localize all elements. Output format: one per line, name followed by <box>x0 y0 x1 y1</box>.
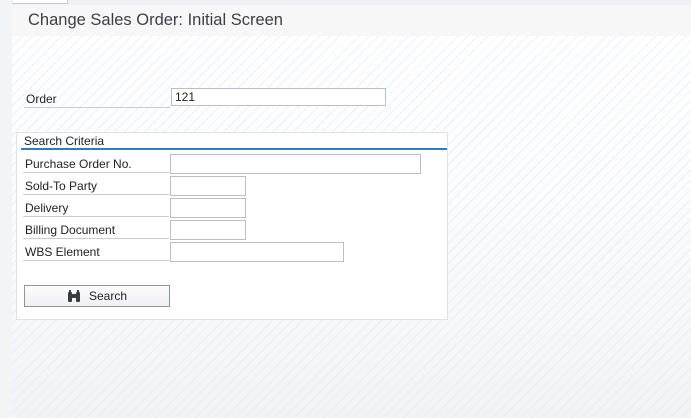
wbs-element-field[interactable] <box>170 242 344 262</box>
delivery-label: Delivery <box>25 201 69 215</box>
billing-document-underline <box>23 238 169 239</box>
order-label: Order <box>26 92 57 106</box>
search-button[interactable]: Search <box>24 285 170 307</box>
billing-document-field[interactable] <box>170 220 246 240</box>
binoculars-icon <box>67 289 80 302</box>
sold-to-party-field[interactable] <box>170 176 246 196</box>
main-content: Order Search Criteria Purchase Order No.… <box>12 36 691 418</box>
purchase-order-no-label: Purchase Order No. <box>25 157 132 171</box>
wbs-element-label: WBS Element <box>25 245 100 259</box>
purchase-order-no-underline <box>23 172 169 173</box>
delivery-underline <box>23 216 169 217</box>
wbs-element-underline <box>23 260 169 261</box>
sold-to-party-underline <box>23 194 169 195</box>
order-field[interactable] <box>171 88 386 106</box>
search-criteria-title: Search Criteria <box>24 134 105 148</box>
order-label-underline <box>24 107 170 108</box>
title-bar: Change Sales Order: Initial Screen <box>12 5 691 36</box>
purchase-order-no-field[interactable] <box>170 154 421 174</box>
toolbar-tab[interactable] <box>12 0 68 4</box>
page-title: Change Sales Order: Initial Screen <box>28 11 283 29</box>
search-button-label: Search <box>88 289 128 303</box>
delivery-field[interactable] <box>170 198 246 218</box>
search-criteria-title-underline <box>21 148 447 150</box>
billing-document-label: Billing Document <box>25 223 116 237</box>
sold-to-party-label: Sold-To Party <box>25 179 98 193</box>
search-criteria-group: Search Criteria Purchase Order No. Sold-… <box>16 132 448 320</box>
